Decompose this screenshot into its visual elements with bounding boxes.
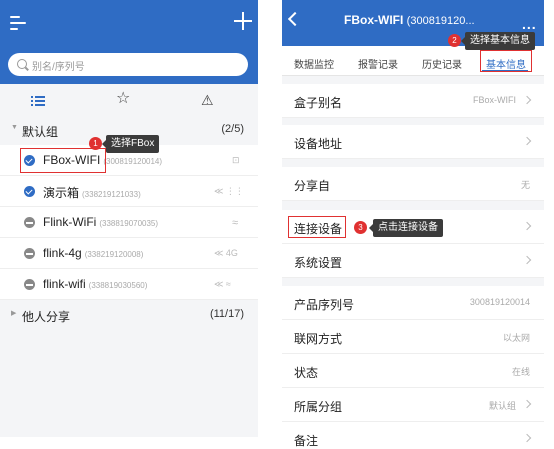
device-row[interactable]: Flink-WiFi (338819070035) ≈ — [0, 207, 258, 238]
device-serial: (338819030560) — [88, 281, 148, 290]
device-serial: (338219121033) — [82, 190, 141, 199]
step-badge: 1 — [89, 137, 102, 150]
search-icon — [17, 59, 27, 69]
chevron-right-icon — [522, 399, 532, 409]
group-name: 他人分享 — [22, 310, 71, 324]
callout-tooltip: 点击连接设备 — [369, 219, 443, 237]
device-row[interactable]: flink-wifi (338819030560) ≪ ≈ — [0, 269, 258, 300]
star-icon[interactable]: ☆ — [116, 91, 130, 107]
device-name: 演示箱 — [43, 186, 80, 200]
chevron-right-icon — [522, 433, 532, 443]
row-box-alias[interactable]: 盒子别名 FBox-WIFI — [282, 84, 544, 118]
group-count: (2/5) — [221, 123, 244, 135]
row-label: 联网方式 — [294, 332, 343, 346]
share-4g-icon: ≪ 4G — [214, 248, 238, 258]
chevron-right-icon — [522, 136, 532, 146]
add-icon[interactable] — [234, 12, 252, 30]
row-value: 300819120014 — [469, 297, 530, 307]
view-tabs: ☆ ⚠ — [0, 84, 258, 118]
wifi-icon: ≈ — [232, 217, 239, 229]
row-value: 无 — [520, 180, 530, 190]
tab-data-monitor[interactable]: 数据监控 — [294, 56, 334, 71]
tab-alarm-records[interactable]: 报警记录 — [358, 56, 398, 71]
device-name: flink-wifi — [43, 277, 86, 291]
row-value: 默认组 — [488, 401, 516, 411]
device-serial: (338219120008) — [84, 250, 144, 259]
share-wifi-icon: ≪ ≈ — [214, 279, 231, 289]
step-badge: 2 — [448, 34, 461, 47]
offline-status-icon — [24, 279, 35, 290]
highlight-box — [288, 216, 346, 238]
row-product-serial: 产品序列号 300819120014 — [282, 286, 544, 320]
row-value: 在线 — [511, 367, 530, 377]
row-shared-from: 分享自 无 — [282, 167, 544, 201]
row-notes[interactable]: 备注 — [282, 422, 544, 449]
row-device-address[interactable]: 设备地址 — [282, 125, 544, 159]
device-type-icon: ⊡ — [232, 155, 240, 165]
chevron-right-icon — [522, 255, 532, 265]
page-title: FBox-WIFI (300819120... — [344, 13, 475, 27]
row-status: 状态 在线 — [282, 354, 544, 388]
row-value: 以太网 — [502, 333, 530, 343]
row-label: 盒子别名 — [294, 96, 343, 110]
alert-icon[interactable]: ⚠ — [201, 93, 215, 107]
row-label: 所属分组 — [294, 400, 343, 414]
collapse-triangle-icon: ▶ — [11, 310, 17, 317]
back-icon[interactable] — [287, 11, 303, 27]
highlight-box — [20, 148, 106, 173]
device-row[interactable]: flink-4g (338219120008) ≪ 4G — [0, 238, 258, 269]
chevron-right-icon — [522, 221, 532, 231]
title-name: FBox-WIFI — [344, 13, 404, 27]
menu-icon[interactable] — [10, 16, 28, 30]
highlight-box — [480, 50, 532, 72]
row-value: FBox-WIFI — [473, 95, 516, 105]
row-network-type: 联网方式 以太网 — [282, 320, 544, 354]
group-header-shared[interactable]: ▶ 他人分享 (11/17) — [0, 305, 258, 327]
device-serial: (338819070035) — [99, 219, 159, 228]
row-label: 设备地址 — [294, 137, 343, 151]
row-system-settings[interactable]: 系统设置 — [282, 244, 544, 278]
row-group[interactable]: 所属分组 默认组 — [282, 388, 544, 422]
row-label: 系统设置 — [294, 256, 343, 270]
search-placeholder: 别名/序列号 — [32, 62, 85, 73]
chevron-right-icon — [522, 95, 532, 105]
device-name: Flink-WiFi — [43, 215, 97, 229]
online-status-icon — [24, 186, 35, 197]
tab-history[interactable]: 历史记录 — [422, 56, 462, 71]
row-label: 状态 — [294, 366, 319, 380]
more-icon[interactable]: ... — [522, 16, 537, 32]
expand-triangle-icon: ▼ — [11, 124, 18, 131]
device-list-screen: 别名/序列号 ☆ ⚠ ▼ 默认组 (2/5) FBox-WIFI (3008191… — [0, 0, 258, 437]
top-bar — [0, 0, 258, 46]
group-name: 默认组 — [22, 125, 59, 139]
device-row[interactable]: 演示箱 (338219121033) ≪ ⋮⋮ — [0, 176, 258, 207]
list-icon[interactable] — [31, 94, 45, 108]
row-label: 产品序列号 — [294, 298, 355, 312]
device-serial: (300819120014) — [103, 157, 163, 166]
row-label: 分享自 — [294, 179, 331, 193]
offline-status-icon — [24, 248, 35, 259]
callout-tooltip: 选择基本信息 — [461, 32, 535, 50]
step-badge: 3 — [354, 221, 367, 234]
search-input[interactable]: 别名/序列号 — [8, 53, 248, 76]
row-label: 备注 — [294, 434, 319, 448]
offline-status-icon — [24, 217, 35, 228]
title-serial: (300819120... — [406, 15, 475, 27]
device-name: flink-4g — [43, 246, 82, 260]
device-detail-screen: FBox-WIFI (300819120... ... 数据监控 报警记录 历史… — [282, 0, 544, 449]
group-count: (11/17) — [209, 308, 244, 320]
share-signal-icon: ≪ ⋮⋮ — [214, 186, 244, 196]
callout-tooltip: 选择FBox — [101, 135, 160, 153]
